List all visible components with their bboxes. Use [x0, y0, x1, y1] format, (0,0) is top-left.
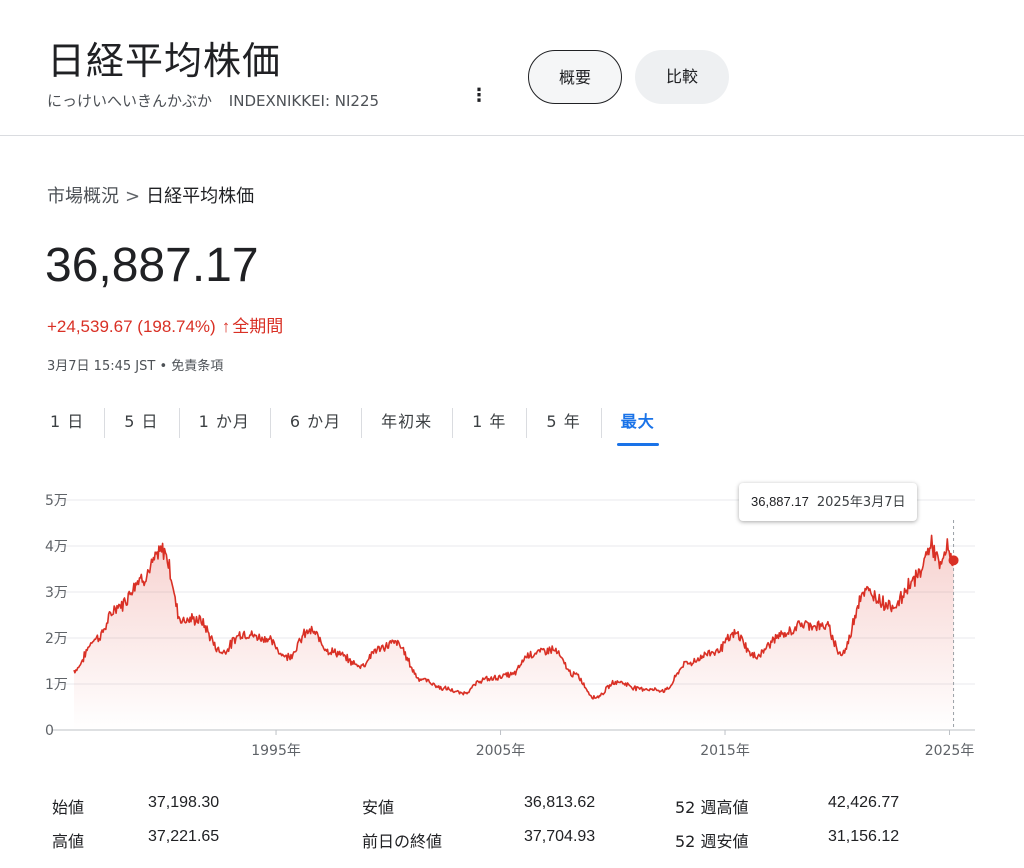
- chart-tooltip: 36,887.17 2025年3月7日: [739, 483, 918, 521]
- range-5d[interactable]: 5 日: [104, 404, 178, 440]
- y-tick-label: 4万: [45, 539, 68, 555]
- reading-text: にっけいへいきんかぶか: [47, 92, 213, 110]
- x-tick-label: 1995年: [251, 743, 301, 759]
- stat-value-high: 37,221.65: [148, 828, 220, 845]
- stat-value-52w-high: 42,426.77: [828, 794, 900, 811]
- stat-label-low: 安値: [362, 798, 395, 817]
- tooltip-date: 2025年3月7日: [816, 495, 906, 510]
- breadcrumb-separator: >: [125, 186, 141, 207]
- stat-label-prev-close: 前日の終値: [362, 832, 443, 851]
- range-max[interactable]: 最大: [600, 404, 675, 446]
- last-point-marker: [948, 555, 959, 566]
- timestamp-text: 3月7日 15:45 JST: [47, 359, 156, 374]
- range-6m[interactable]: 6 か月: [269, 404, 361, 440]
- price-change: +24,539.67 (198.74%) ↑ 全期間: [47, 312, 283, 337]
- current-price: 36,887.17: [45, 239, 259, 292]
- y-tick-label: 3万: [45, 585, 68, 601]
- quote-timestamp: 3月7日 15:45 JST • 免責条項: [47, 355, 223, 374]
- stat-value-open: 37,198.30: [148, 794, 220, 811]
- page-title: 日経平均株価: [47, 39, 282, 83]
- y-tick-label: 1万: [45, 677, 68, 693]
- disclaimer-link[interactable]: 免責条項: [171, 359, 223, 374]
- quote-header: 日経平均株価 にっけいへいきんかぶか INDEXNIKKEI: NI225 ⋮ …: [0, 0, 1024, 136]
- more-options-icon[interactable]: ⋮: [470, 84, 488, 108]
- breadcrumb-market-overview[interactable]: 市場概況: [47, 186, 119, 207]
- stat-label-high: 高値: [52, 832, 85, 851]
- breadcrumb: 市場概況 > 日経平均株価: [47, 182, 254, 208]
- breadcrumb-current: 日経平均株価: [146, 186, 255, 207]
- x-tick-label: 2005年: [476, 743, 526, 759]
- range-selector: 1 日 5 日 1 か月 6 か月 年初来 1 年 5 年 最大: [30, 404, 675, 446]
- range-5y[interactable]: 5 年: [526, 404, 600, 440]
- y-tick-label: 2万: [45, 631, 68, 647]
- range-1d[interactable]: 1 日: [30, 404, 104, 440]
- stats-row: 高値 37,221.65 前日の終値 37,704.93 52 週安値 31,1…: [52, 824, 992, 858]
- range-1m[interactable]: 1 か月: [178, 404, 270, 440]
- stat-value-prev-close: 37,704.93: [524, 828, 596, 845]
- stat-value-52w-low: 31,156.12: [828, 828, 900, 845]
- x-tick-label: 2015年: [700, 743, 750, 759]
- separator-dot: •: [155, 359, 172, 374]
- tooltip-value: 36,887.17: [751, 494, 809, 509]
- range-ytd[interactable]: 年初来: [361, 404, 452, 440]
- subtitle: にっけいへいきんかぶか INDEXNIKKEI: NI225: [47, 90, 379, 111]
- stats-row: 始値 37,198.30 安値 36,813.62 52 週高値 42,426.…: [52, 790, 992, 824]
- x-tick-label: 2025年: [925, 743, 975, 759]
- range-1y[interactable]: 1 年: [452, 404, 526, 440]
- stats-table: 始値 37,198.30 安値 36,813.62 52 週高値 42,426.…: [52, 790, 992, 858]
- change-value: +24,539.67 (198.74%): [47, 317, 216, 336]
- stat-label-52w-low: 52 週安値: [675, 832, 749, 851]
- tab-compare[interactable]: 比較: [635, 50, 729, 104]
- change-period: 全期間: [232, 317, 284, 337]
- ticker-symbol: INDEXNIKKEI: NI225: [228, 92, 380, 110]
- stat-label-52w-high: 52 週高値: [675, 798, 749, 817]
- stat-value-low: 36,813.62: [524, 794, 596, 811]
- y-tick-label: 0: [45, 723, 54, 739]
- tab-overview[interactable]: 概要: [528, 50, 622, 104]
- up-arrow-icon: ↑: [221, 317, 231, 336]
- stat-label-open: 始値: [52, 798, 85, 817]
- y-tick-label: 5万: [45, 493, 68, 509]
